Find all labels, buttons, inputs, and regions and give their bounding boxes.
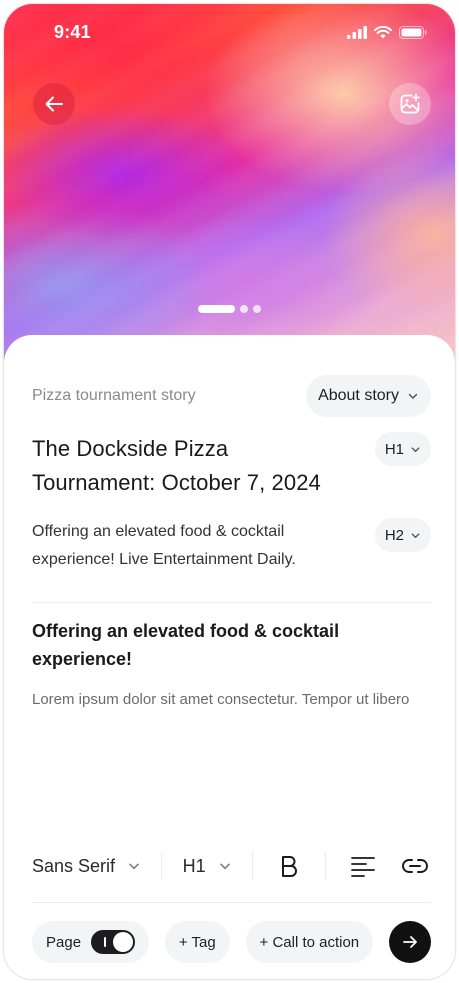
arrow-right-icon (403, 936, 417, 948)
chevron-down-icon (129, 863, 139, 870)
action-bar: Page + Tag + Call to action (32, 921, 431, 963)
title-block: The Dockside Pizza Tournament: October 7… (32, 432, 431, 500)
pager-dot[interactable] (253, 305, 261, 313)
add-tag-button[interactable]: + Tag (164, 921, 230, 963)
toolbar-separator (251, 852, 253, 880)
battery-icon (399, 25, 427, 39)
link-icon (401, 859, 428, 873)
subtitle-block: Offering an elevated food & cocktail exp… (32, 518, 431, 574)
page-toggle-switch[interactable] (91, 930, 136, 954)
status-time: 9:41 (54, 21, 91, 42)
story-title[interactable]: The Dockside Pizza Tournament: October 7… (32, 432, 352, 500)
arrow-left-icon (45, 96, 63, 112)
align-left-icon (350, 857, 375, 877)
chevron-down-icon (411, 532, 420, 538)
title-level-dropdown[interactable]: H1 (374, 432, 431, 466)
cellular-signal-icon (347, 25, 367, 39)
align-button[interactable] (347, 850, 379, 882)
title-level-label: H1 (384, 440, 404, 458)
image-add-icon (400, 93, 420, 114)
heading-level-label: H1 (182, 855, 206, 876)
toggle-on-indicator (104, 937, 107, 947)
body-text[interactable]: Lorem ipsum dolor sit amet consectetur. … (32, 685, 419, 714)
toggle-knob (113, 932, 134, 952)
chevron-down-icon (411, 446, 420, 452)
heading-level-dropdown[interactable]: H1 (183, 856, 232, 877)
bold-button[interactable] (273, 850, 305, 882)
wifi-icon (374, 25, 392, 38)
status-bar: 9:41 (4, 4, 455, 60)
story-subtitle[interactable]: Offering an elevated food & cocktail exp… (32, 518, 352, 574)
editor-sheet: Pizza tournament story About story The D… (4, 335, 455, 979)
hero-cover-image (4, 4, 455, 384)
pager-dot[interactable] (240, 305, 248, 313)
page-toggle-pill[interactable]: Page (32, 921, 150, 963)
change-cover-button[interactable] (389, 83, 431, 125)
back-button[interactable] (33, 83, 75, 125)
story-meta-row: Pizza tournament story About story (32, 375, 431, 417)
add-call-to-action-button[interactable]: + Call to action (245, 921, 374, 963)
chevron-down-icon (408, 393, 418, 399)
story-label: Pizza tournament story (32, 387, 196, 404)
next-button[interactable] (388, 921, 431, 963)
toolbar-divider (32, 902, 431, 903)
status-icons (347, 25, 427, 39)
font-family-dropdown[interactable]: Sans Serif (32, 856, 141, 877)
subtitle-level-dropdown[interactable]: H2 (374, 518, 431, 552)
image-pager[interactable] (4, 305, 455, 313)
font-family-label: Sans Serif (32, 855, 116, 876)
subtitle-level-label: H2 (384, 526, 404, 544)
body-heading[interactable]: Offering an elevated food & cocktail exp… (32, 617, 415, 673)
format-toolbar: Sans Serif H1 (32, 845, 431, 887)
about-story-dropdown[interactable]: About story (306, 375, 431, 417)
link-button[interactable] (399, 850, 431, 882)
bold-icon (282, 856, 298, 877)
phone-frame: 9:41 Pizza tournament story About story … (3, 3, 456, 980)
pager-dot-active[interactable] (198, 305, 235, 313)
toolbar-separator (161, 852, 163, 880)
chevron-down-icon (219, 863, 230, 870)
toolbar-separator (325, 852, 327, 880)
about-story-label: About story (318, 387, 399, 404)
page-toggle-label: Page (46, 933, 82, 951)
section-divider (32, 602, 431, 603)
